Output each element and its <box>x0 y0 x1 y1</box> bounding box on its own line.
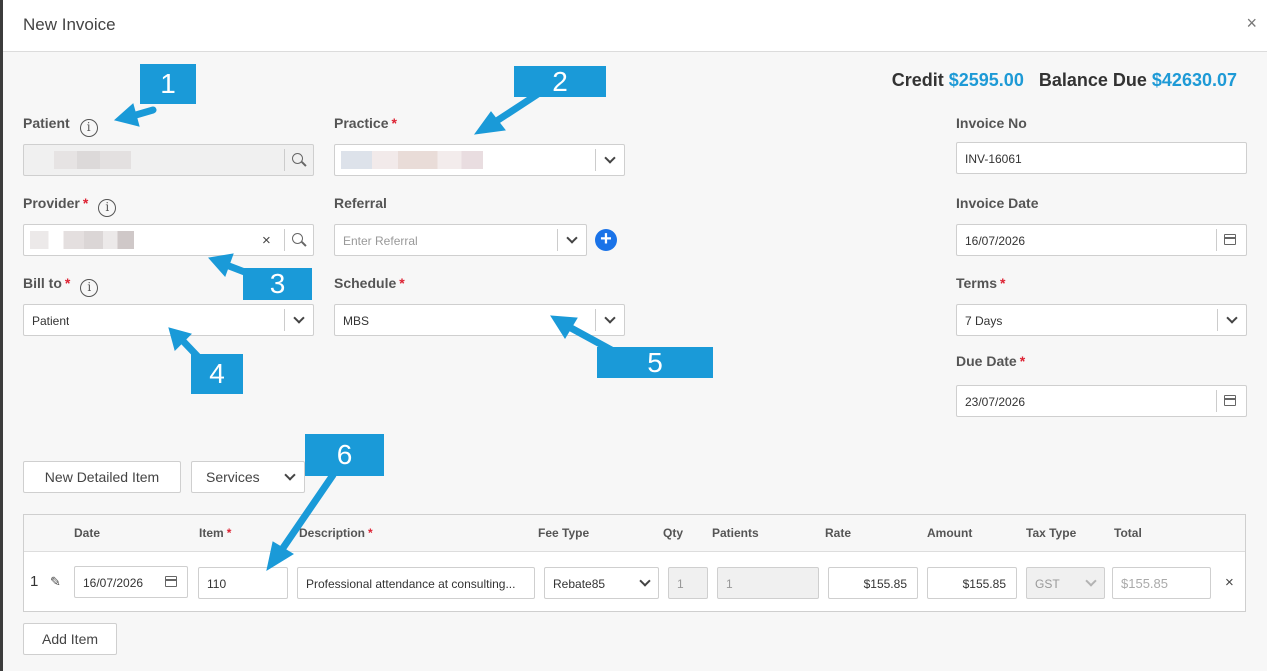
arrow-6-head <box>266 541 294 572</box>
callout-5: 5 <box>597 347 713 378</box>
callout-2: 2 <box>514 66 606 97</box>
callout-3: 3 <box>243 268 312 300</box>
callout-1: 1 <box>140 64 196 104</box>
arrow-3-head <box>208 253 234 277</box>
callout-6: 6 <box>305 434 384 476</box>
callout-4: 4 <box>191 354 243 394</box>
invoice-modal: New Invoice × Credit $2595.00 Balance Du… <box>3 0 1267 671</box>
arrow-1-head <box>113 103 140 127</box>
arrow-6 <box>279 471 337 552</box>
